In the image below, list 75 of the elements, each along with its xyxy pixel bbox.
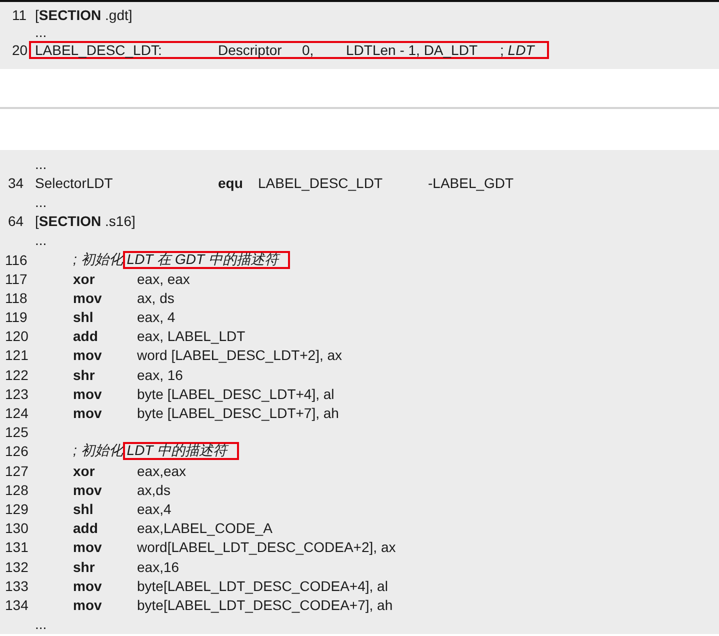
section-directive: [SECTION .s16]	[35, 213, 136, 230]
operand-text: byte [LABEL_DESC_LDT+4], al	[137, 386, 334, 402]
operand-text: ax, ds	[137, 290, 174, 306]
operand-text: word[LABEL_LDT_DESC_CODEA+2], ax	[137, 539, 396, 556]
highlighted-text: LDT 在 GDT 中的描述符	[122, 250, 290, 269]
line-number: 20	[11, 42, 29, 58]
operand-text: byte[LABEL_LDT_DESC_CODEA+7], ah	[137, 596, 393, 613]
label-text: SelectorLDT	[35, 174, 114, 191]
mnemonic: mov	[73, 539, 103, 556]
operand-text: eax,4	[137, 500, 172, 517]
line-number: 132	[4, 558, 30, 575]
operand-text: eax,LABEL_CODE_A	[137, 520, 272, 536]
mnemonic: mov	[73, 290, 103, 306]
ellipsis: ...	[35, 235, 47, 246]
mnemonic: mov	[73, 578, 103, 594]
comment-text: ; 初始化	[73, 442, 123, 460]
mnemonic: shl	[73, 309, 94, 326]
line-number: 118	[4, 290, 28, 306]
mnemonic: shr	[73, 558, 96, 575]
line-number: 124	[4, 405, 30, 422]
operand-text: ax,ds	[137, 482, 170, 498]
ellipsis: ...	[35, 196, 47, 207]
mnemonic: mov	[73, 482, 103, 498]
comment-text: ; 初始化	[73, 250, 123, 269]
operand-text: eax,16	[137, 558, 180, 575]
line-number: 11	[11, 6, 28, 22]
line-number: 119	[4, 309, 28, 326]
operand-text: eax, LABEL_LDT	[137, 328, 246, 344]
line-number: 120	[4, 328, 30, 344]
mnemonic: xor	[73, 462, 96, 479]
operand-text: 0,	[302, 42, 315, 58]
mnemonic: shl	[73, 500, 94, 517]
mnemonic: mov	[73, 405, 103, 422]
mnemonic: equ	[218, 174, 244, 191]
line-number: 128	[4, 482, 30, 498]
line-number: 133	[4, 578, 30, 594]
mnemonic: xor	[73, 270, 96, 287]
line-number: 131	[4, 539, 30, 556]
line-number: 130	[4, 520, 30, 536]
operand-text: eax,eax	[137, 462, 186, 479]
operand-text: LDTLen - 1, DA_LDT	[346, 42, 478, 58]
operand-text: eax, 4	[137, 309, 176, 326]
line-number: 34	[7, 174, 25, 191]
mnemonic: add	[73, 520, 99, 536]
line-number: 64	[7, 213, 25, 230]
comment-text: ; LDT	[500, 42, 534, 58]
mnemonic: mov	[73, 347, 103, 364]
operand-text: LABEL_DESC_LDT	[258, 174, 384, 191]
line-number: 127	[4, 462, 30, 479]
ellipsis: ...	[35, 619, 47, 630]
macro-text: Descriptor	[218, 42, 283, 58]
operand-text: word [LABEL_DESC_LDT+2], ax	[137, 347, 342, 364]
line-number: 116	[4, 252, 28, 268]
ellipsis: ...	[35, 27, 47, 37]
section-directive: [SECTION .gdt]	[35, 6, 132, 22]
mnemonic: mov	[73, 596, 103, 613]
operand-text: byte [LABEL_DESC_LDT+7], ah	[137, 405, 339, 422]
operand-text: eax, eax	[137, 270, 190, 287]
mnemonic: mov	[73, 386, 103, 402]
label-text: LABEL_DESC_LDT:	[35, 42, 163, 58]
mnemonic: shr	[73, 366, 96, 383]
line-number: 122	[4, 366, 30, 383]
line-number: 126	[4, 443, 30, 460]
ellipsis: ...	[35, 158, 47, 169]
line-number: 125	[4, 424, 30, 440]
line-number: 123	[4, 386, 30, 402]
operand-text: -LABEL_GDT	[428, 174, 514, 191]
line-number: 129	[4, 500, 30, 517]
highlighted-text: LDT 中的描述符	[122, 442, 240, 460]
operand-text: byte[LABEL_LDT_DESC_CODEA+4], al	[137, 578, 388, 594]
line-number: 134	[4, 596, 30, 613]
mnemonic: add	[73, 328, 99, 344]
operand-text: eax, 16	[137, 366, 183, 383]
line-number: 121	[4, 347, 30, 364]
line-number: 117	[4, 270, 28, 287]
